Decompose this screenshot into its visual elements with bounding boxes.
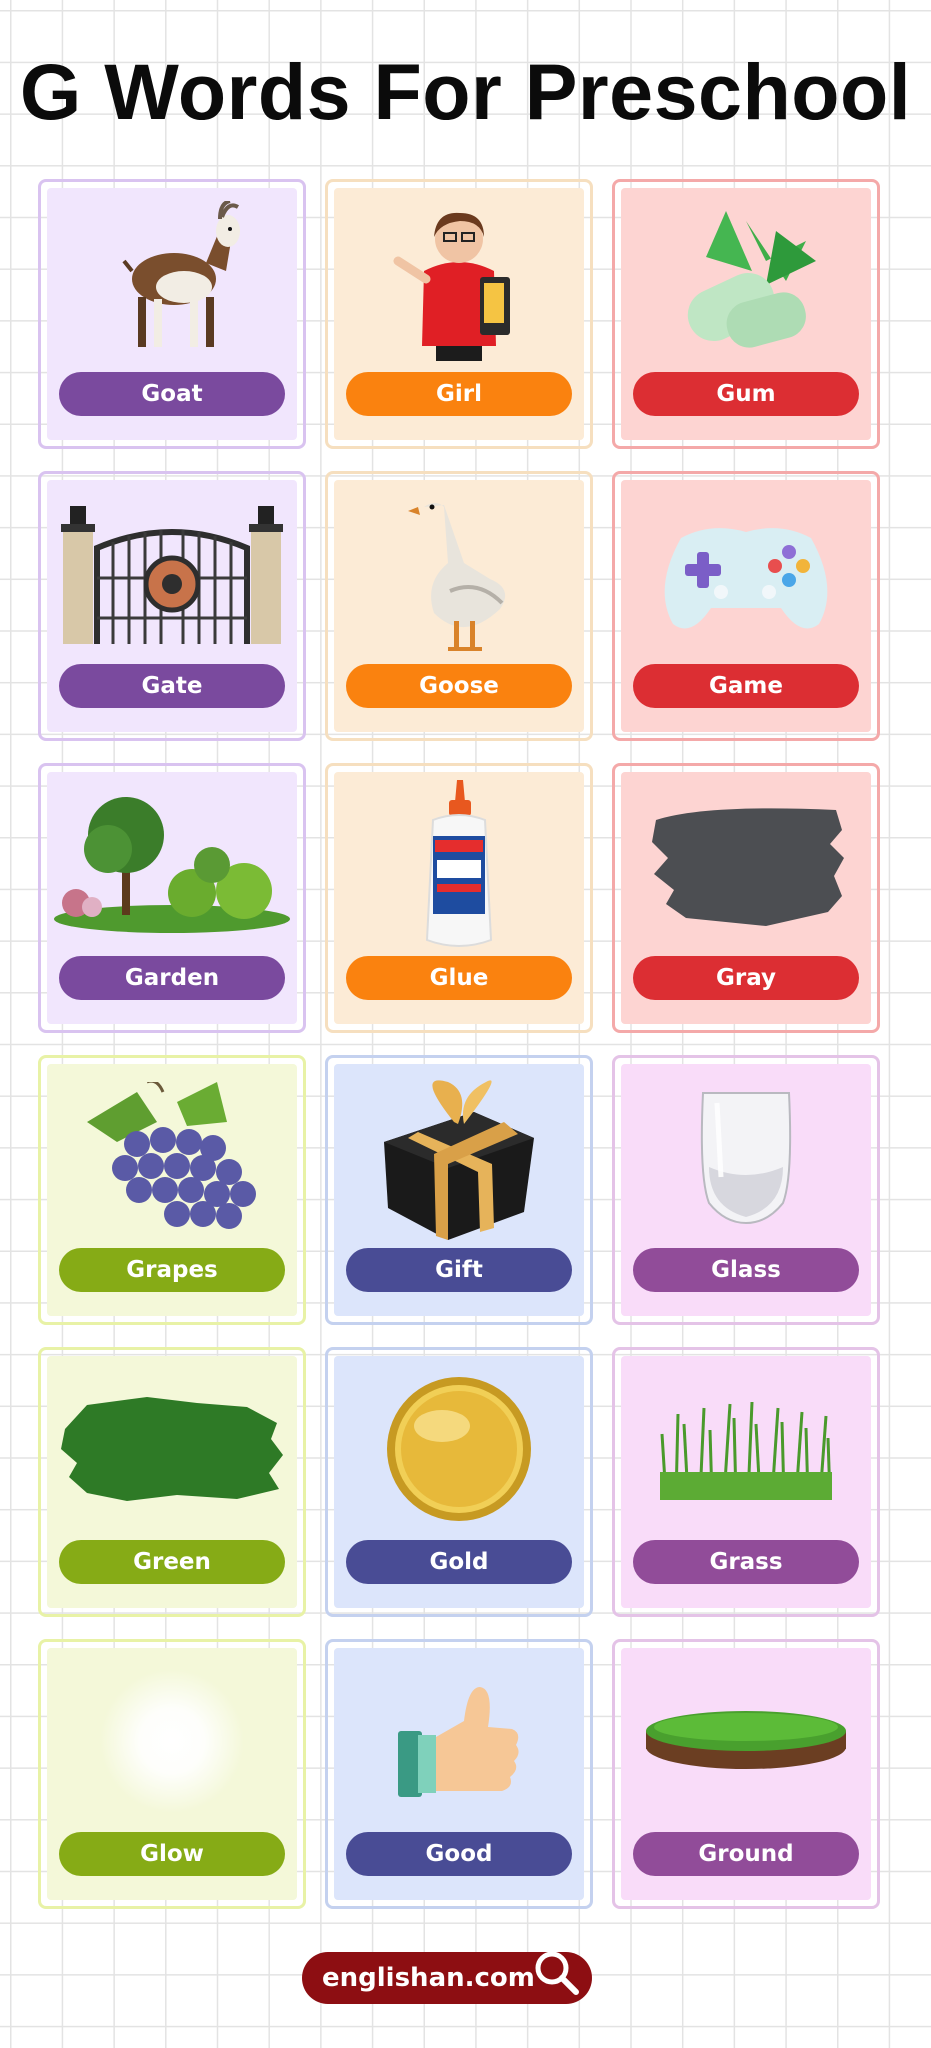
gum-icon	[621, 196, 871, 366]
glue-bottle-icon	[334, 780, 584, 950]
card-label: Garden	[59, 956, 285, 1000]
card-glue: Glue	[325, 763, 593, 1033]
card-grapes: Grapes	[38, 1055, 306, 1325]
gray-paint-icon	[621, 780, 871, 950]
card-girl: Girl	[325, 179, 593, 449]
card-game: Game	[612, 471, 880, 741]
card-label: Good	[346, 1832, 572, 1876]
flashcard-grid: Goat Girl Gum Gate Goose Game Garden Glu…	[0, 0, 931, 2048]
card-grass: Grass	[612, 1347, 880, 1617]
thumbs-up-icon	[334, 1656, 584, 1826]
site-url: englishan.com	[322, 1963, 535, 1993]
card-ground: Ground	[612, 1639, 880, 1909]
card-label: Gift	[346, 1248, 572, 1292]
card-good: Good	[325, 1639, 593, 1909]
gold-coin-icon	[334, 1364, 584, 1534]
card-label: Game	[633, 664, 859, 708]
site-badge[interactable]: englishan.com	[302, 1951, 592, 2004]
garden-icon	[47, 780, 297, 950]
card-label: Gray	[633, 956, 859, 1000]
green-paint-icon	[47, 1364, 297, 1534]
card-label: Gold	[346, 1540, 572, 1584]
glass-icon	[621, 1072, 871, 1242]
card-gold: Gold	[325, 1347, 593, 1617]
glow-icon	[47, 1656, 297, 1826]
gift-icon	[334, 1072, 584, 1242]
card-label: Gate	[59, 664, 285, 708]
card-label: Goose	[346, 664, 572, 708]
card-label: Green	[59, 1540, 285, 1584]
card-glass: Glass	[612, 1055, 880, 1325]
gate-icon	[47, 488, 297, 658]
card-gate: Gate	[38, 471, 306, 741]
card-gum: Gum	[612, 179, 880, 449]
card-gift: Gift	[325, 1055, 593, 1325]
game-controller-icon	[621, 488, 871, 658]
girl-icon	[334, 196, 584, 366]
card-label: Grapes	[59, 1248, 285, 1292]
goat-icon	[47, 196, 297, 366]
card-label: Grass	[633, 1540, 859, 1584]
card-green: Green	[38, 1347, 306, 1617]
card-goose: Goose	[325, 471, 593, 741]
card-glow: Glow	[38, 1639, 306, 1909]
card-gray: Gray	[612, 763, 880, 1033]
card-label: Glass	[633, 1248, 859, 1292]
card-label: Ground	[633, 1832, 859, 1876]
card-goat: Goat	[38, 179, 306, 449]
grass-icon	[621, 1364, 871, 1534]
card-label: Glow	[59, 1832, 285, 1876]
card-label: Glue	[346, 956, 572, 1000]
card-label: Gum	[633, 372, 859, 416]
ground-icon	[621, 1656, 871, 1826]
card-label: Goat	[59, 372, 285, 416]
magnifier-icon	[535, 1951, 579, 1995]
card-label: Girl	[346, 372, 572, 416]
card-garden: Garden	[38, 763, 306, 1033]
goose-icon	[334, 488, 584, 658]
grapes-icon	[47, 1072, 297, 1242]
